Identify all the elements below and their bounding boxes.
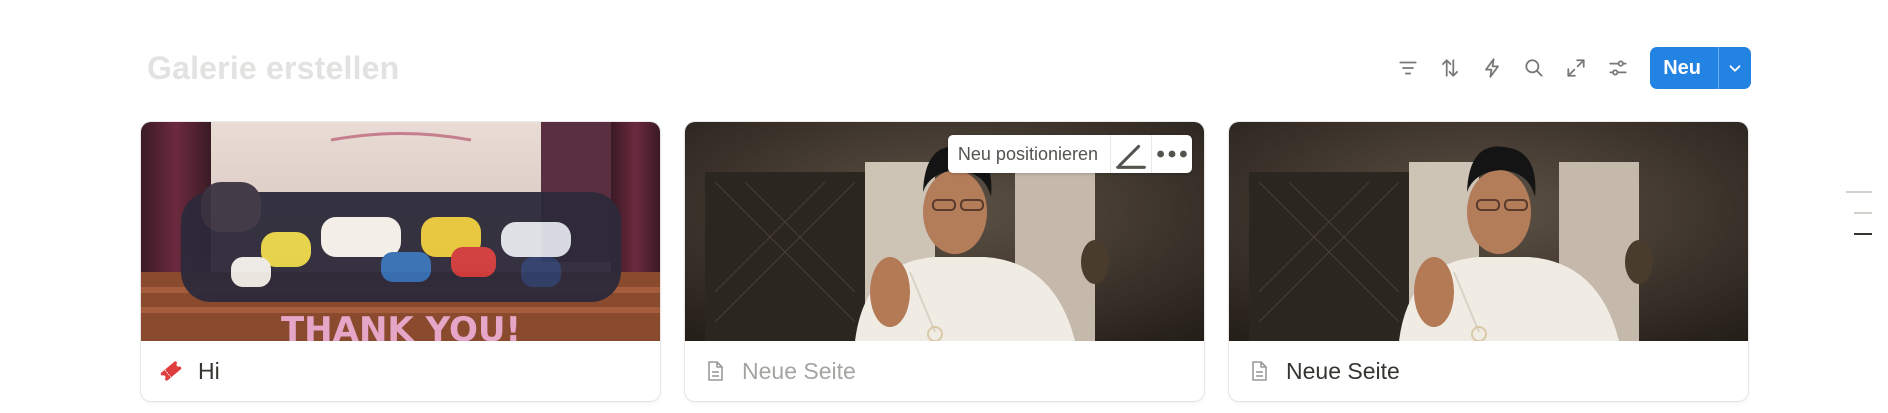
card-title: Neue Seite [742, 357, 856, 384]
ticket-icon [158, 358, 184, 384]
new-button-group: Neu [1650, 47, 1751, 89]
toc-line [1846, 191, 1872, 193]
page-icon [1246, 358, 1272, 384]
search-icon[interactable] [1513, 47, 1555, 89]
reposition-button[interactable]: Neu positionieren [948, 135, 1111, 173]
chevron-down-icon[interactable] [1719, 47, 1751, 89]
card-title-row: Neue Seite [1229, 341, 1748, 401]
toc-line-active [1854, 233, 1872, 235]
gallery-card[interactable]: Neue Seite [1229, 122, 1748, 401]
card-title-row: Hi [141, 341, 660, 401]
cover-image: THANK YOU! [141, 122, 660, 341]
new-button[interactable]: Neu [1650, 47, 1719, 89]
page-title[interactable]: Galerie erstellen [147, 50, 399, 87]
cover-toolbar: Neu positionieren [947, 135, 1192, 173]
expand-icon[interactable] [1555, 47, 1597, 89]
toc-line [1854, 212, 1872, 214]
more-icon[interactable] [1152, 135, 1192, 173]
filter-icon[interactable] [1387, 47, 1429, 89]
card-title: Neue Seite [1286, 357, 1400, 384]
page-icon [702, 358, 728, 384]
gallery-card[interactable]: Neu positionieren Neue Seite [685, 122, 1204, 401]
sort-icon[interactable] [1429, 47, 1471, 89]
settings-icon[interactable] [1597, 47, 1639, 89]
view-toolbar: Neu [1387, 47, 1751, 89]
card-title: Hi [198, 357, 220, 384]
card-title-row: Neue Seite [685, 341, 1204, 401]
svg-text:THANK YOU!: THANK YOU! [281, 310, 521, 341]
cover-image: Neu positionieren [685, 122, 1204, 341]
gallery-card[interactable]: THANK YOU! Hi [141, 122, 660, 401]
edit-cover-icon[interactable] [1111, 135, 1152, 173]
automation-icon[interactable] [1471, 47, 1513, 89]
cover-image [1229, 122, 1748, 341]
